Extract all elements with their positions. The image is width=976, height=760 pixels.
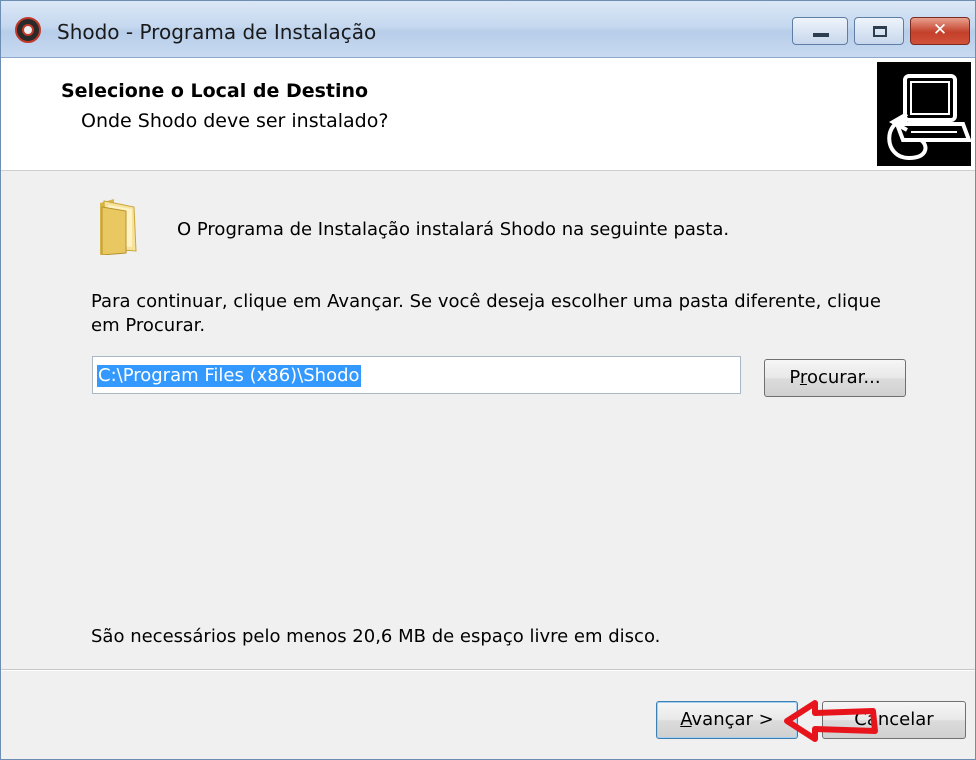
install-path-field[interactable]: C:\Program Files (x86)\Shodo [92,356,741,394]
footer-divider [1,669,975,671]
minimize-button[interactable] [792,17,848,45]
red-arrow-annotation [784,700,878,742]
computer-install-icon [877,62,971,166]
maximize-icon [873,26,887,37]
window-title: Shodo - Programa de Instalação [57,20,377,44]
minimize-icon [813,33,829,37]
folder-icon [100,199,137,255]
installer-window: Shodo - Programa de Instalação ✕ Selecio… [0,0,976,760]
wizard-header: Selecione o Local de Destino Onde Shodo … [1,58,975,171]
disk-space-note: São necessários pelo menos 20,6 MB de es… [91,626,661,647]
title-bar[interactable]: Shodo - Programa de Instalação ✕ [1,1,975,58]
close-icon: ✕ [932,20,948,40]
next-button[interactable]: Avançar > [656,701,798,739]
page-title: Selecione o Local de Destino [61,80,369,102]
close-button[interactable]: ✕ [910,17,970,45]
page-subtitle: Onde Shodo deve ser instalado? [81,110,389,132]
intro-text: O Programa de Instalação instalará Shodo… [177,219,730,240]
browse-button[interactable]: Procurar... [764,359,906,397]
app-icon [15,17,41,43]
instructions-text: Para continuar, clique em Avançar. Se vo… [91,291,881,336]
install-path-value: C:\Program Files (x86)\Shodo [97,365,361,387]
maximize-button[interactable] [854,17,904,45]
